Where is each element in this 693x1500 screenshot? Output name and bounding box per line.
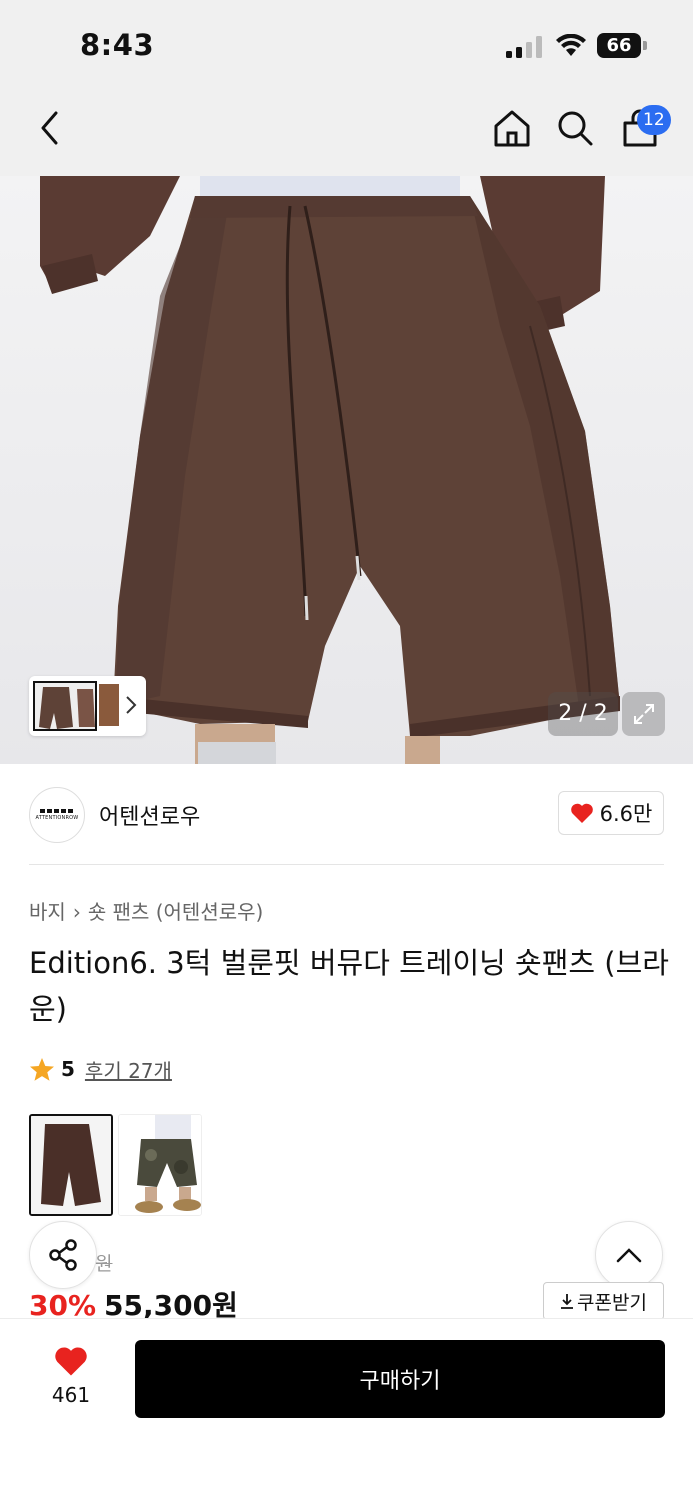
share-icon xyxy=(49,1239,77,1271)
chevron-right-icon xyxy=(126,696,137,714)
scroll-top-button[interactable] xyxy=(595,1221,663,1289)
brand-logo[interactable]: ATTENTIONROW xyxy=(29,787,85,843)
cart-count-badge: 12 xyxy=(637,105,671,135)
heart-icon xyxy=(570,803,593,823)
rating-score: 5 xyxy=(61,1057,75,1081)
color-option-camo[interactable] xyxy=(118,1114,202,1216)
coupon-label: 쿠폰받기 xyxy=(577,1291,647,1314)
search-icon xyxy=(558,111,593,146)
original-price: 원 xyxy=(95,1253,113,1275)
home-icon xyxy=(494,110,530,147)
favorite-button[interactable]: 461 xyxy=(40,1345,102,1407)
share-button[interactable] xyxy=(29,1221,97,1289)
download-icon xyxy=(561,1294,574,1309)
image-page-counter: 2 / 2 xyxy=(548,692,618,736)
brand-logo-text: ATTENTIONROW xyxy=(35,815,79,821)
brand-logo-mark xyxy=(40,809,74,813)
color-option-brown[interactable] xyxy=(29,1114,113,1216)
status-time: 8:43 xyxy=(80,28,155,62)
battery-nub xyxy=(643,41,647,50)
back-button[interactable] xyxy=(28,106,72,150)
breadcrumb-subcategory[interactable]: 숏 팬츠 (어텐션로우) xyxy=(88,900,264,924)
signal-icon xyxy=(506,36,544,58)
back-icon xyxy=(41,111,58,145)
coupon-button[interactable]: 쿠폰받기 xyxy=(543,1282,664,1320)
battery-indicator: 66 xyxy=(597,33,641,58)
reviews-link[interactable]: 후기 27개 xyxy=(85,1055,172,1084)
breadcrumb: 바지 › 숏 팬츠 (어텐션로우) xyxy=(29,896,263,925)
product-image-gallery[interactable]: 2 / 2 xyxy=(0,176,693,764)
breadcrumb-separator: › xyxy=(72,900,81,924)
top-nav xyxy=(0,90,693,176)
buy-button[interactable]: 구매하기 xyxy=(135,1340,665,1418)
breadcrumb-category[interactable]: 바지 xyxy=(29,900,66,924)
thumbnail-strip[interactable] xyxy=(29,676,146,736)
favorite-count: 461 xyxy=(51,1383,91,1407)
brand-like-count: 6.6만 xyxy=(599,802,653,826)
heart-icon xyxy=(55,1347,87,1376)
rating-row: 5 후기 27개 xyxy=(29,1054,172,1084)
expand-button[interactable] xyxy=(622,692,665,736)
search-button[interactable] xyxy=(553,106,597,150)
star-icon xyxy=(30,1057,54,1081)
expand-icon xyxy=(633,704,654,724)
wifi-icon xyxy=(556,34,586,56)
brand-name[interactable]: 어텐션로우 xyxy=(99,799,200,831)
product-title: Edition6. 3턱 벌룬핏 버뮤다 트레이닝 숏팬츠 (브라운) xyxy=(29,946,669,1026)
brand-like-button[interactable]: 6.6만 xyxy=(558,791,664,835)
thumbnail-2[interactable] xyxy=(99,684,119,726)
home-button[interactable] xyxy=(490,106,534,150)
divider xyxy=(29,864,664,865)
thumbnail-1[interactable] xyxy=(33,681,97,731)
chevron-up-icon xyxy=(616,1248,642,1263)
status-bar: 8:43 66 xyxy=(0,0,693,90)
